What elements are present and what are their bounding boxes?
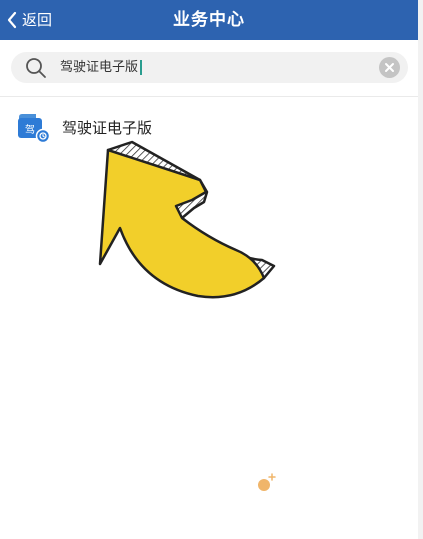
header-bar: 返回 业务中心 [0, 0, 418, 40]
sparkle-icon [258, 473, 276, 491]
text-caret [140, 60, 142, 75]
search-icon [26, 58, 46, 78]
clear-search-button[interactable] [379, 57, 400, 78]
search-input[interactable]: 驾驶证电子版 [11, 52, 408, 83]
edge-strip [418, 0, 423, 539]
curved-arrow-icon [98, 140, 276, 299]
list-item-label: 驾驶证电子版 [62, 118, 153, 137]
page-title: 业务中心 [173, 10, 245, 30]
license-icon-glyph: 驾 [25, 124, 35, 136]
clear-icon [385, 63, 394, 72]
search-area: 驾驶证电子版 [0, 40, 418, 97]
search-value[interactable]: 驾驶证电子版 [60, 52, 142, 83]
drivers-license-icon: 驾 [16, 110, 51, 144]
